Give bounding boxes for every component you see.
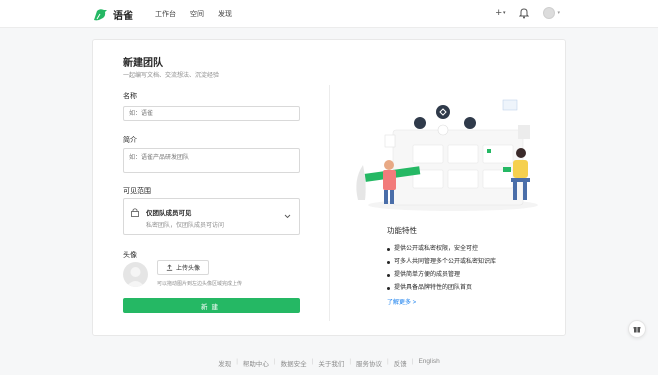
- user-avatar-icon: [543, 7, 556, 19]
- feature-item: 可多人共同管理多个公开或私密知识库: [387, 256, 496, 269]
- column-divider: [329, 85, 330, 321]
- user-avatar-menu[interactable]: ▾: [543, 7, 560, 19]
- features-list: 提供公开或私密权限，安全可控 可多人共同管理多个公开或私密知识库 提供简单方便的…: [387, 243, 496, 295]
- footer-link-security[interactable]: 数据安全: [281, 358, 307, 368]
- footer-links: 发现 | 帮助中心 | 数据安全 | 关于我们 | 服务协议 | 反馈 | English: [218, 358, 440, 368]
- floating-help-button[interactable]: [628, 320, 646, 338]
- chevron-down-icon: [284, 214, 291, 219]
- header-actions: + ▾ ▾: [496, 7, 560, 19]
- add-menu-button[interactable]: + ▾: [496, 7, 506, 19]
- footer-link-about[interactable]: 关于我们: [318, 358, 344, 368]
- nav-item-space[interactable]: 空间: [190, 9, 204, 19]
- footer-link-help[interactable]: 帮助中心: [243, 358, 269, 368]
- upload-avatar-button[interactable]: 上传头像: [157, 260, 209, 275]
- caret-down-icon: ▾: [557, 10, 560, 16]
- feature-item: 提供简单方便的成员管理: [387, 269, 496, 282]
- intro-label: 简介: [123, 137, 137, 144]
- default-avatar-icon: [126, 267, 145, 287]
- gift-icon: [633, 327, 641, 333]
- team-collaboration-illustration: [356, 99, 538, 211]
- team-name-input[interactable]: [123, 106, 300, 121]
- team-intro-textarea[interactable]: [123, 148, 300, 173]
- create-team-card: 新建团队 一起编写文档、交流想法、沉淀经验 名称 简介 可见范围 仅团队成员可见…: [92, 39, 566, 336]
- features-title: 功能特性: [387, 226, 417, 235]
- name-label: 名称: [123, 93, 137, 100]
- plus-icon: +: [495, 7, 502, 19]
- main-nav: 工作台 空间 发现: [155, 9, 232, 19]
- page-title: 新建团队: [123, 58, 163, 69]
- upload-avatar-label: 上传头像: [175, 266, 200, 272]
- lock-icon: [131, 208, 139, 217]
- top-navigation-bar: 语雀 工作台 空间 发现 + ▾ ▾: [0, 0, 658, 28]
- avatar-label: 头像: [123, 252, 137, 259]
- learn-more-link[interactable]: 了解更多 >: [387, 297, 416, 306]
- team-avatar-preview[interactable]: [123, 262, 148, 287]
- visibility-label: 可见范围: [123, 188, 151, 195]
- create-team-button[interactable]: 新建: [123, 298, 300, 313]
- feature-item: 提供具备品牌特性的团队首页: [387, 282, 496, 295]
- visibility-option-desc: 私密团队，仅团队成员可访问: [146, 223, 225, 229]
- feature-item: 提供公开或私密权限，安全可控: [387, 243, 496, 256]
- logo-text: 语雀: [113, 11, 133, 22]
- footer-link-terms[interactable]: 服务协议: [356, 358, 382, 368]
- caret-down-icon: ▾: [502, 10, 506, 16]
- logo-bird-icon: [94, 8, 107, 20]
- page-subtitle: 一起编写文档、交流想法、沉淀经验: [123, 73, 220, 79]
- footer-link-english[interactable]: English: [418, 358, 439, 368]
- visibility-select[interactable]: 仅团队成员可见 私密团队，仅团队成员可访问: [123, 198, 300, 235]
- visibility-option-title: 仅团队成员可见: [146, 210, 192, 217]
- footer-link-discover[interactable]: 发现: [218, 358, 231, 368]
- upload-icon: [166, 264, 173, 271]
- nav-item-discover[interactable]: 发现: [218, 9, 232, 19]
- upload-hint: 可以拖动图片到左边头像区域完成上传: [157, 281, 243, 287]
- logo[interactable]: 语雀: [93, 7, 133, 22]
- footer-link-feedback[interactable]: 反馈: [394, 358, 407, 368]
- nav-item-workbench[interactable]: 工作台: [155, 9, 176, 19]
- bell-icon[interactable]: [519, 7, 530, 19]
